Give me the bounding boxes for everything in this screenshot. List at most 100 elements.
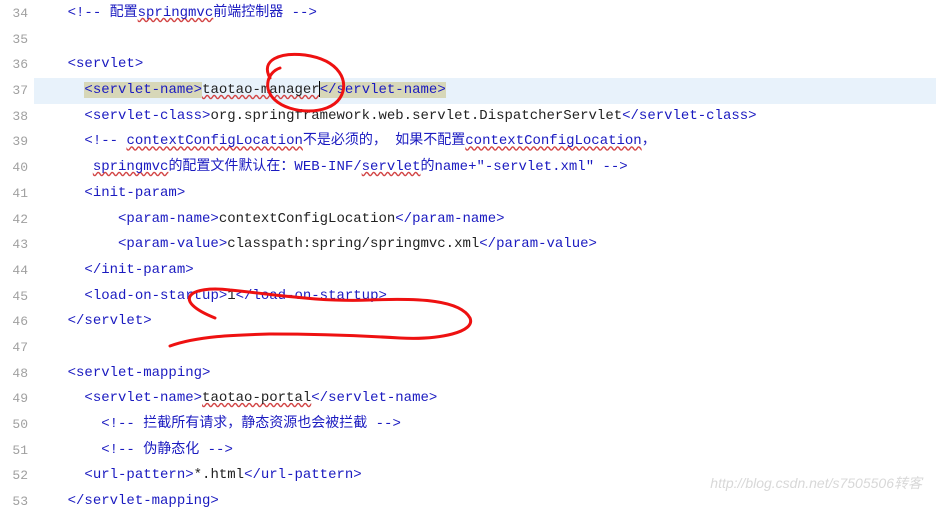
code-line[interactable] <box>34 335 936 361</box>
gutter-line: 34 <box>0 1 28 27</box>
xml-comment: 的name+"-servlet.xml" --> <box>420 159 627 175</box>
gutter-line: 47 <box>0 335 28 361</box>
xml-tag: <param-value> <box>118 236 227 252</box>
gutter-line: 36 <box>0 52 28 78</box>
code-line[interactable]: <init-param> <box>34 181 936 207</box>
xml-tag: > <box>437 82 445 98</box>
xml-text <box>34 416 101 432</box>
code-line[interactable]: <param-name>contextConfigLocation</param… <box>34 207 936 233</box>
gutter-line: 50 <box>0 412 28 438</box>
xml-text <box>34 185 84 201</box>
gutter-line: 42 <box>0 207 28 233</box>
gutter-line: 44 <box>0 258 28 284</box>
code-line[interactable]: </servlet> <box>34 309 936 335</box>
xml-comment: 伪静态化 --> <box>143 442 233 458</box>
xml-comment: <!-- <box>101 442 143 458</box>
xml-tag: < <box>320 82 328 98</box>
code-line[interactable]: <servlet-class>org.springframework.web.s… <box>34 104 936 130</box>
gutter-line: 40 <box>0 155 28 181</box>
line-gutter: 3435363738394041424344454647484950515253… <box>0 0 34 515</box>
gutter-line: 35 <box>0 27 28 53</box>
xml-tag: </servlet> <box>68 313 152 329</box>
xml-text <box>34 467 84 483</box>
xml-comment: <!-- <box>101 416 143 432</box>
xml-text <box>34 108 84 124</box>
xml-tag: </servlet-mapping> <box>68 493 219 509</box>
xml-tag: <servlet> <box>68 56 144 72</box>
xml-comment: springmvc <box>93 159 169 175</box>
code-line[interactable]: <servlet-name>taotao-portal</servlet-nam… <box>34 386 936 412</box>
xml-text: org.springframework.web.servlet.Dispatch… <box>210 108 622 124</box>
xml-tag: </servlet-name> <box>311 390 437 406</box>
xml-text: *.html <box>194 467 244 483</box>
xml-comment: 的配置文件默认在：WEB-INF/ <box>168 159 361 175</box>
xml-text: 1 <box>227 288 235 304</box>
xml-text: taotao-manager <box>202 82 320 98</box>
code-line[interactable] <box>34 27 936 53</box>
gutter-line: 43 <box>0 232 28 258</box>
xml-tag: <param-name> <box>118 211 219 227</box>
code-line[interactable]: <servlet-name>taotao-manager</servlet-na… <box>34 78 936 104</box>
xml-tag: / <box>328 82 336 98</box>
code-line[interactable]: </servlet-mapping> <box>34 489 936 515</box>
code-editor[interactable]: 3435363738394041424344454647484950515253… <box>0 0 936 515</box>
code-line[interactable]: <!-- 伪静态化 --> <box>34 438 936 464</box>
xml-comment: 前端控制器 --> <box>213 5 317 21</box>
xml-text <box>34 288 84 304</box>
xml-comment: <!-- <box>68 5 110 21</box>
gutter-line: 41 <box>0 181 28 207</box>
xml-text <box>34 211 118 227</box>
xml-tag: <servlet-name> <box>84 390 202 406</box>
xml-comment: contextConfigLocation <box>465 133 641 149</box>
gutter-line: 51 <box>0 438 28 464</box>
xml-text <box>34 159 93 175</box>
xml-text <box>34 133 84 149</box>
code-line[interactable]: <param-value>classpath:spring/springmvc.… <box>34 232 936 258</box>
xml-tag: <servlet-mapping> <box>68 365 211 381</box>
code-line[interactable]: <!-- contextConfigLocation不是必须的， 如果不配置co… <box>34 129 936 155</box>
xml-text <box>34 442 101 458</box>
code-area[interactable]: <!-- 配置springmvc前端控制器 --> <servlet> <ser… <box>34 0 936 515</box>
code-line[interactable]: <!-- 配置springmvc前端控制器 --> <box>34 1 936 27</box>
code-line[interactable]: </init-param> <box>34 258 936 284</box>
xml-text <box>34 56 68 72</box>
xml-comment: springmvc <box>138 5 214 21</box>
xml-tag: > <box>194 82 202 98</box>
gutter-line: 45 <box>0 284 28 310</box>
code-line[interactable]: <servlet> <box>34 52 936 78</box>
code-line[interactable]: <servlet-mapping> <box>34 361 936 387</box>
xml-tag: <url-pattern> <box>84 467 193 483</box>
xml-tag: </url-pattern> <box>244 467 362 483</box>
xml-comment: servlet <box>362 159 421 175</box>
xml-text <box>34 365 68 381</box>
xml-tag: servlet-name <box>337 82 438 98</box>
xml-text <box>34 493 68 509</box>
xml-comment: ， <box>642 133 656 149</box>
xml-text <box>34 5 68 21</box>
xml-tag: servlet-name <box>93 82 194 98</box>
gutter-line: 53 <box>0 489 28 515</box>
xml-text <box>34 82 84 98</box>
code-line[interactable]: <load-on-startup>1</load-on-startup> <box>34 284 936 310</box>
gutter-line: 49 <box>0 386 28 412</box>
xml-tag: <load-on-startup> <box>84 288 227 304</box>
xml-comment: 配置 <box>110 5 138 21</box>
xml-tag: </load-on-startup> <box>236 288 387 304</box>
code-line[interactable]: <url-pattern>*.html</url-pattern> <box>34 463 936 489</box>
code-line[interactable]: springmvc的配置文件默认在：WEB-INF/servlet的name+"… <box>34 155 936 181</box>
xml-tag: </param-name> <box>395 211 504 227</box>
xml-tag: <init-param> <box>84 185 185 201</box>
xml-tag: <servlet-class> <box>84 108 210 124</box>
xml-comment: contextConfigLocation <box>126 133 302 149</box>
xml-text <box>34 236 118 252</box>
gutter-line: 39 <box>0 129 28 155</box>
xml-comment: 拦截所有请求，静态资源也会被拦截 --> <box>143 416 401 432</box>
code-line[interactable]: <!-- 拦截所有请求，静态资源也会被拦截 --> <box>34 412 936 438</box>
xml-text <box>34 390 84 406</box>
xml-tag: < <box>84 82 92 98</box>
xml-tag: </servlet-class> <box>622 108 756 124</box>
xml-text: classpath:spring/springmvc.xml <box>227 236 479 252</box>
xml-text: contextConfigLocation <box>219 211 395 227</box>
gutter-line: 52 <box>0 463 28 489</box>
xml-tag: </init-param> <box>84 262 193 278</box>
